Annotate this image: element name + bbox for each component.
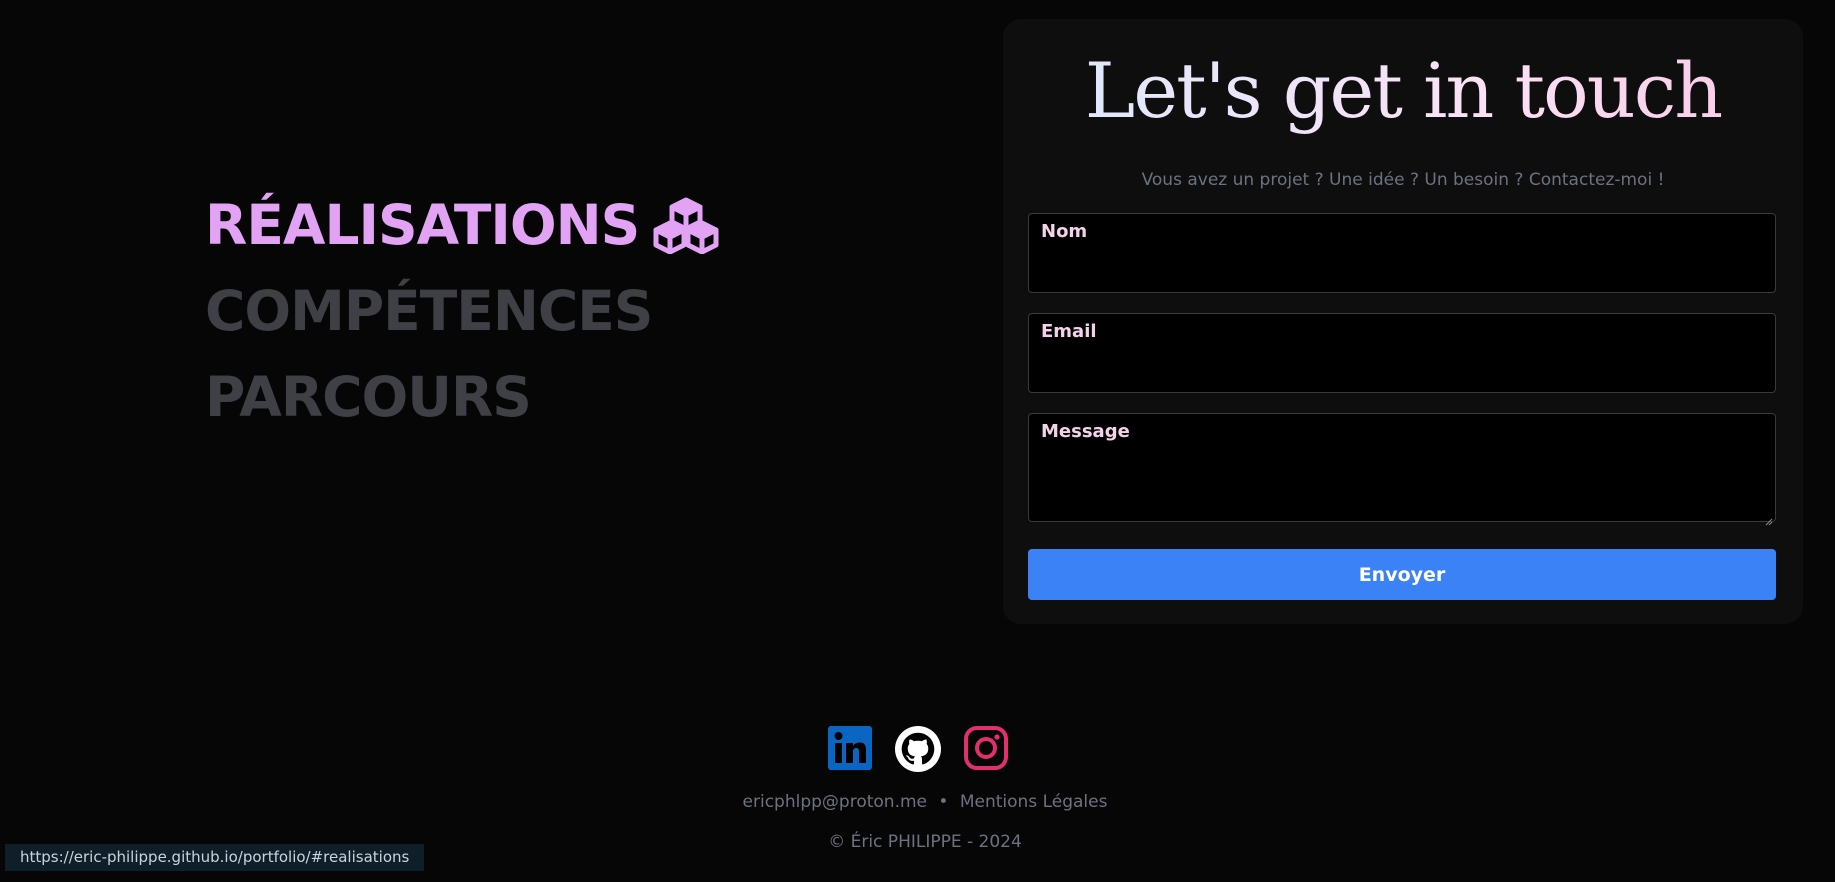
contact-subtitle: Vous avez un projet ? Une idée ? Un beso… [1141,170,1665,190]
section-nav: RÉALISATIONS COMPÉTENCES PARCOURS [205,182,719,440]
page: RÉALISATIONS COMPÉTENCES PARCOURS Let's … [0,0,1835,882]
status-bar-url: https://eric-philippe.github.io/portfoli… [5,844,425,871]
message-label: Message [1041,421,1130,442]
resize-handle-icon[interactable] [1765,511,1773,526]
footer-separator: • [938,792,949,812]
legal-link[interactable]: Mentions Légales [960,792,1108,812]
email-input[interactable] [1041,354,1763,384]
contact-card: Let's get in touch Vous avez un projet ?… [1003,19,1803,624]
name-label: Nom [1041,221,1088,242]
nav-item-label: COMPÉTENCES [205,279,653,343]
name-input[interactable] [1041,254,1763,284]
instagram-icon[interactable] [963,725,1009,771]
cubes-icon [653,196,719,254]
social-links [0,725,1835,772]
message-textarea[interactable] [1041,453,1763,513]
nav-item-parcours[interactable]: PARCOURS [205,354,719,440]
name-field[interactable]: Nom [1028,213,1776,293]
github-icon[interactable] [894,725,941,772]
contact-title: Let's get in touch [1003,41,1803,141]
linkedin-icon[interactable] [827,725,873,771]
message-field[interactable]: Message [1028,413,1776,526]
nav-item-label: RÉALISATIONS [205,193,640,257]
nav-item-realisations[interactable]: RÉALISATIONS [205,182,719,268]
email-label: Email [1041,321,1097,342]
nav-item-label: PARCOURS [205,365,532,429]
submit-button[interactable]: Envoyer [1028,549,1776,600]
email-field[interactable]: Email [1028,313,1776,393]
email-link[interactable]: ericphlpp@proton.me [743,792,927,812]
nav-item-competences[interactable]: COMPÉTENCES [205,268,719,354]
footer-links: ericphlpp@proton.me • Mentions Légales [0,792,1835,812]
